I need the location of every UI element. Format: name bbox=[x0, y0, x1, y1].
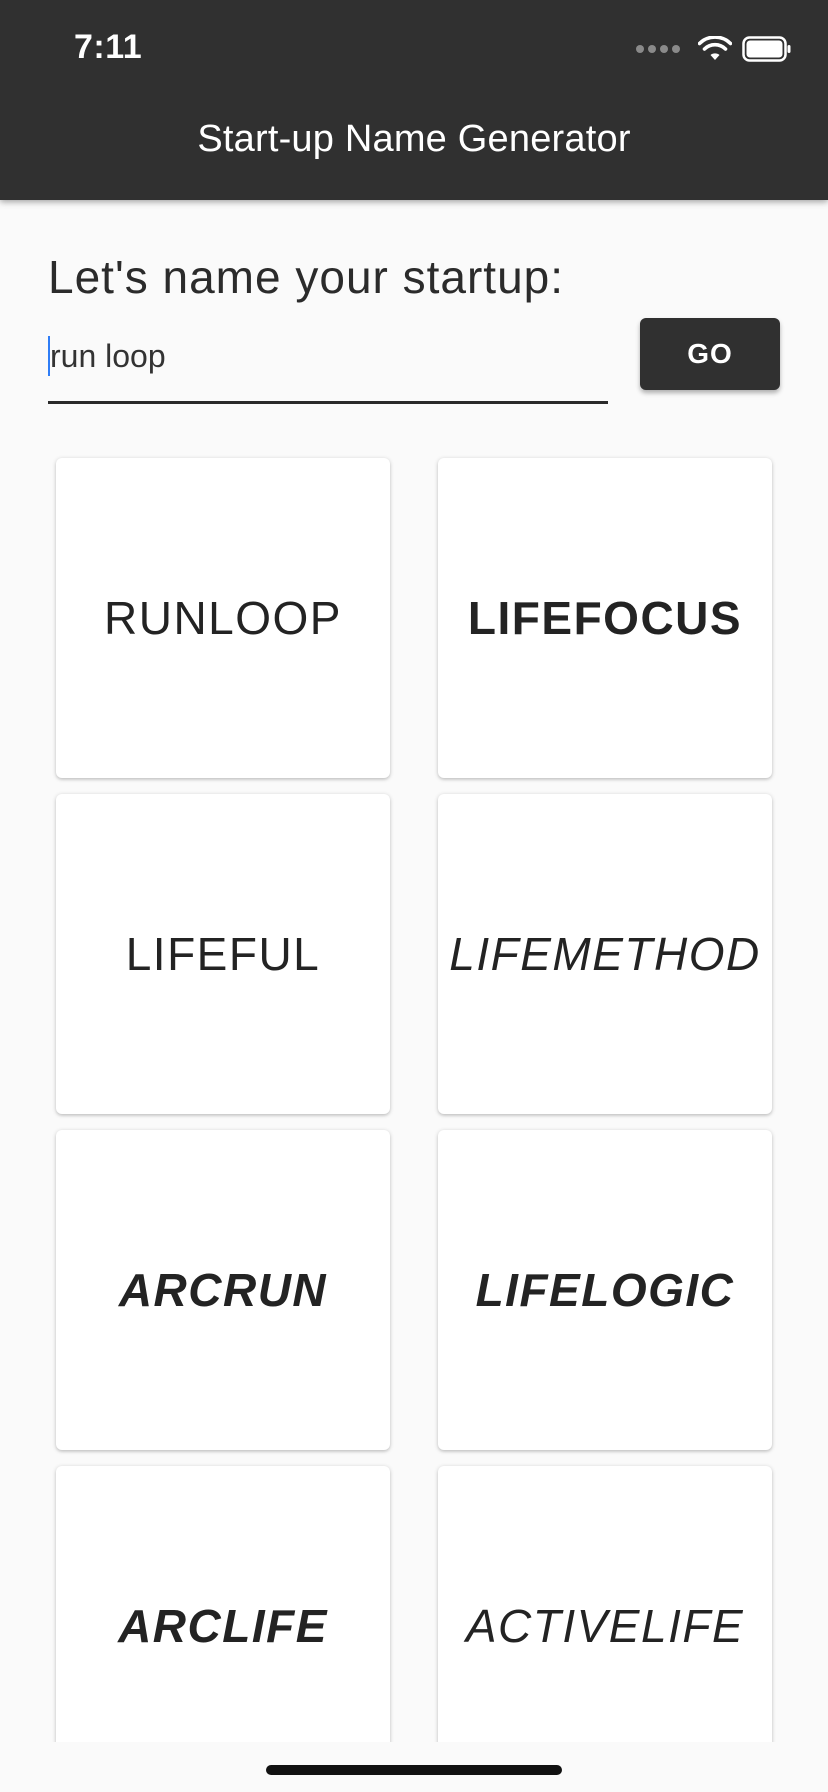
name-card[interactable]: LIFEFUL bbox=[56, 794, 390, 1114]
go-button[interactable]: GO bbox=[640, 318, 780, 390]
status-icons bbox=[636, 34, 792, 64]
text-caret bbox=[48, 336, 50, 376]
name-card[interactable]: LIFEFOCUS bbox=[438, 458, 772, 778]
name-card-label: ARCLIFE bbox=[118, 1600, 328, 1652]
name-card-label: LIFEMETHOD bbox=[449, 928, 761, 980]
name-card[interactable]: LIFELOGIC bbox=[438, 1130, 772, 1450]
name-card-label: ARCRUN bbox=[118, 1264, 328, 1316]
name-card[interactable]: ARCRUN bbox=[56, 1130, 390, 1450]
name-card-label: LIFELOGIC bbox=[475, 1264, 735, 1316]
name-card-label: ACTIVELIFE bbox=[465, 1600, 745, 1652]
wifi-icon bbox=[698, 36, 732, 60]
name-card-label: LIFEFOCUS bbox=[467, 592, 743, 644]
startup-keywords-field[interactable] bbox=[48, 320, 610, 404]
name-card-label: LIFEFUL bbox=[125, 928, 321, 980]
prompt-label: Let's name your startup: bbox=[48, 251, 565, 303]
name-card[interactable]: ACTIVELIFE bbox=[438, 1466, 772, 1786]
battery-icon bbox=[742, 36, 791, 62]
startup-keywords-input[interactable] bbox=[48, 328, 610, 384]
status-time: 7:11 bbox=[74, 28, 143, 66]
name-suggestions-grid: RUNLOOP LIFEFOCUS LIFEFUL LIFEMETHOD ARC… bbox=[56, 458, 772, 1786]
app-screen: 7:11 Start-up Name Generator Let's name … bbox=[0, 0, 828, 1792]
app-bar: 7:11 Start-up Name Generator bbox=[0, 0, 828, 200]
cellular-signal-icon bbox=[636, 45, 680, 53]
name-card-label: RUNLOOP bbox=[104, 592, 342, 644]
name-card[interactable]: LIFEMETHOD bbox=[438, 794, 772, 1114]
home-indicator[interactable] bbox=[266, 1765, 562, 1775]
name-card[interactable]: RUNLOOP bbox=[56, 458, 390, 778]
name-card[interactable]: ARCLIFE bbox=[56, 1466, 390, 1786]
app-title: Start-up Name Generator bbox=[197, 118, 631, 160]
